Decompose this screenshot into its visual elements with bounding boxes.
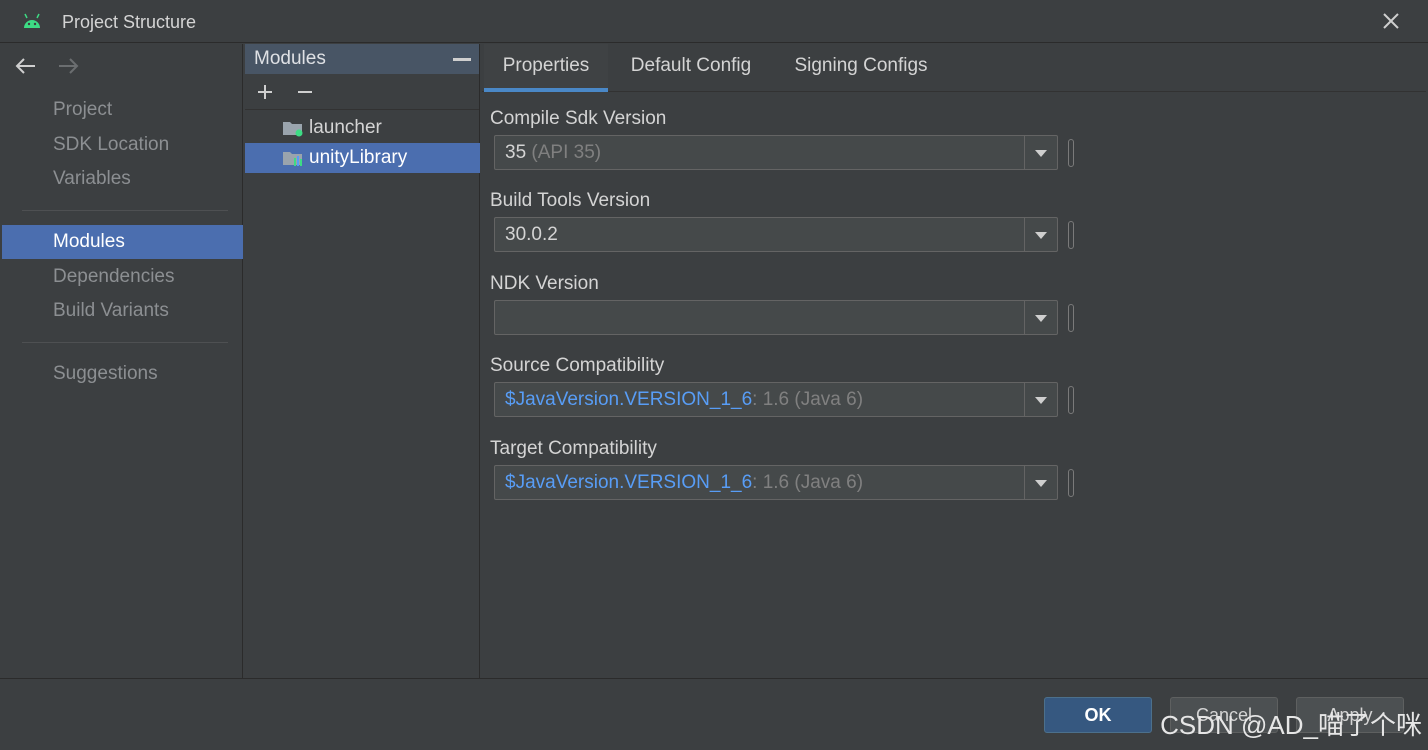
nav-item-project[interactable]: Project [2,93,243,127]
add-module-icon[interactable] [255,82,275,102]
history-nav [14,54,80,78]
nav-item-build-variants[interactable]: Build Variants [2,294,243,328]
chevron-down-icon[interactable] [1024,301,1057,334]
ok-button[interactable]: OK [1044,697,1152,733]
compile-sdk-hint: (API 35) [531,142,602,163]
source-compat-label: Source Compatibility [490,355,665,376]
compile-sdk-value: 35 [505,142,527,163]
source-compat-value: $JavaVersion.VERSION_1_6 [505,389,753,410]
chevron-down-icon[interactable] [1024,466,1057,499]
forward-arrow-icon[interactable] [56,54,80,78]
modules-header-label: Modules [254,48,326,69]
module-label: launcher [309,117,382,138]
field-handle[interactable] [1068,469,1074,497]
nav-item-dependencies[interactable]: Dependencies [2,260,243,294]
chevron-down-icon[interactable] [1024,218,1057,251]
field-handle[interactable] [1068,386,1074,414]
app-module-folder-icon [283,122,303,137]
tab-default-config[interactable]: Default Config [620,44,762,92]
android-icon [24,13,40,28]
target-compat-value: $JavaVersion.VERSION_1_6 [505,472,753,493]
window-title: Project Structure [62,12,197,32]
target-compat-combo[interactable]: $JavaVersion.VERSION_1_6: 1.6 (Java 6) [494,465,1058,500]
chevron-down-icon[interactable] [1024,136,1057,169]
module-item-unitylibrary[interactable]: unityLibrary [245,143,480,173]
nav-item-sdk-location[interactable]: SDK Location [2,128,243,162]
field-handle[interactable] [1068,221,1074,249]
left-navigation: Project SDK Location Variables Modules D… [2,44,243,678]
compile-sdk-combo[interactable]: 35 (API 35) [494,135,1058,170]
collapse-icon[interactable] [453,58,471,61]
module-label: unityLibrary [309,147,408,168]
nav-item-variables[interactable]: Variables [2,162,243,196]
build-tools-label: Build Tools Version [490,190,651,211]
combo-value: 35 (API 35) [505,142,601,164]
tab-signing-configs[interactable]: Signing Configs [782,44,940,92]
nav-separator [22,210,228,211]
field-handle[interactable] [1068,139,1074,167]
source-compat-hint: : 1.6 (Java 6) [752,389,864,410]
module-properties-pane: Properties Default Config Signing Config… [482,44,1426,678]
target-compat-hint: : 1.6 (Java 6) [752,472,864,493]
combo-value: $JavaVersion.VERSION_1_6: 1.6 (Java 6) [505,389,863,411]
nav-item-modules[interactable]: Modules [2,225,243,259]
tab-bar: Properties Default Config Signing Config… [482,44,1426,92]
build-tools-combo[interactable]: 30.0.2 [494,217,1058,252]
target-compat-label: Target Compatibility [490,438,657,459]
source-compat-combo[interactable]: $JavaVersion.VERSION_1_6: 1.6 (Java 6) [494,382,1058,417]
modules-panel: Modules launcher unityLibrary [245,44,480,678]
nav-item-suggestions[interactable]: Suggestions [2,357,243,391]
modules-toolbar [245,74,479,110]
combo-value: $JavaVersion.VERSION_1_6: 1.6 (Java 6) [505,472,863,494]
compile-sdk-label: Compile Sdk Version [490,108,667,129]
ndk-version-label: NDK Version [490,273,599,294]
chevron-down-icon[interactable] [1024,383,1057,416]
module-item-launcher[interactable]: launcher [245,113,480,143]
remove-module-icon[interactable] [295,82,315,102]
close-icon[interactable] [1380,10,1402,32]
ndk-version-combo[interactable] [494,300,1058,335]
dialog-button-bar: OK Cancel Apply CSDN @AD_喵了个咪 [0,678,1428,750]
build-tools-value: 30.0.2 [505,224,558,245]
tab-properties[interactable]: Properties [484,44,608,92]
modules-header: Modules [245,44,479,74]
csdn-watermark: CSDN @AD_喵了个咪 [1160,710,1422,740]
library-module-folder-icon [283,152,302,166]
title-bar: Project Structure [0,0,1428,43]
nav-separator [22,342,228,343]
field-handle[interactable] [1068,304,1074,332]
back-arrow-icon[interactable] [14,54,38,78]
